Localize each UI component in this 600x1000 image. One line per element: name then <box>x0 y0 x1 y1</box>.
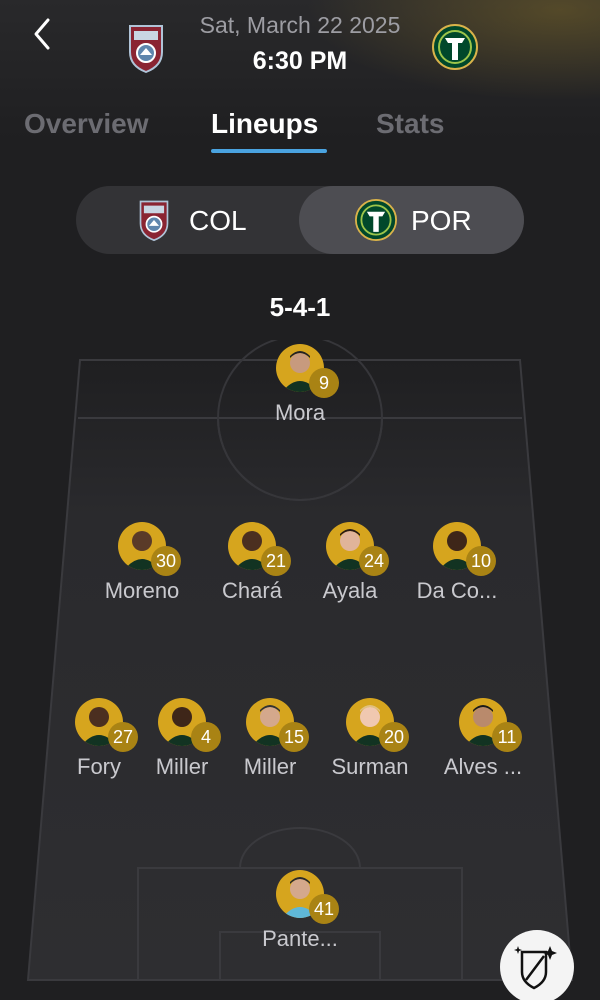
player-alves[interactable]: 11 Alves ... <box>413 698 553 788</box>
player-number-badge: 20 <box>379 722 409 752</box>
match-date: Sat, March 22 2025 <box>199 12 401 38</box>
tab-lineups[interactable]: Lineups <box>211 108 318 140</box>
player-name: Pante... <box>262 926 338 951</box>
team-option-col-label: COL <box>189 205 247 236</box>
player-number-badge: 9 <box>309 368 339 398</box>
match-time: 6:30 PM <box>252 47 348 75</box>
portland-timbers-crest-icon <box>355 199 397 246</box>
player-number-badge: 30 <box>151 546 181 576</box>
mls-sparkle-shield-icon <box>514 946 557 990</box>
player-name: Mora <box>274 400 326 425</box>
player-mora[interactable]: 9 Mora <box>230 344 370 434</box>
player-pantemis[interactable]: 41 Pante... <box>230 870 370 960</box>
match-header: Sat, March 22 2025 6:30 PM <box>0 0 600 100</box>
formation-label: 5-4-1 <box>269 292 331 322</box>
team-option-por-label: POR <box>411 205 472 236</box>
team-option-col[interactable]: COL <box>76 186 298 254</box>
player-number-badge: 11 <box>492 722 522 752</box>
team-toggle: COL POR <box>76 186 524 254</box>
colorado-rapids-crest-icon <box>138 198 170 247</box>
active-tab-indicator <box>211 149 327 153</box>
player-number-badge: 10 <box>466 546 496 576</box>
team-option-por[interactable]: POR <box>299 186 524 254</box>
mls-assistant-button[interactable] <box>500 930 574 1000</box>
tab-stats[interactable]: Stats <box>376 108 444 140</box>
player-number-badge: 41 <box>309 894 339 924</box>
player-name: Alves ... <box>443 754 523 779</box>
player-da-costa[interactable]: 10 Da Co... <box>387 522 527 612</box>
portland-timbers-crest-icon[interactable] <box>432 24 478 70</box>
player-name: Da Co... <box>416 578 498 603</box>
tab-overview[interactable]: Overview <box>24 108 149 140</box>
player-number-badge: 24 <box>359 546 389 576</box>
